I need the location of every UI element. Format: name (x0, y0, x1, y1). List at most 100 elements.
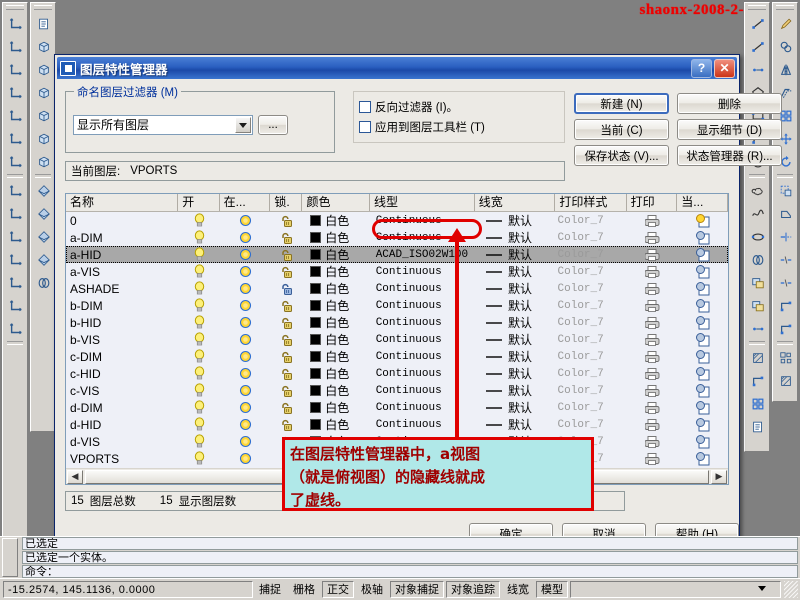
layer-lock-toggle[interactable] (270, 316, 302, 330)
layer-current-viewport-toggle[interactable] (677, 451, 728, 466)
layer-freeze-toggle[interactable] (220, 400, 271, 415)
layer-name-cell[interactable]: b-HID (66, 315, 179, 331)
status-toggle-7[interactable]: 模型 (536, 581, 568, 598)
toolbar-grip[interactable] (776, 5, 794, 10)
table-row[interactable]: a-VIS 白色 Continuous 默认 Color_7 (66, 263, 728, 280)
layer-linetype-cell[interactable]: Continuous (370, 366, 475, 382)
state-manager-button[interactable]: 状态管理器 (R)... (677, 145, 782, 166)
chevron-down-icon[interactable] (235, 117, 251, 133)
chamfer-icon[interactable] (774, 317, 798, 340)
layer-current-viewport-toggle[interactable] (677, 298, 728, 313)
layer-on-toggle[interactable] (179, 332, 220, 347)
status-toggle-1[interactable]: 栅格 (288, 581, 320, 598)
layer-plotstyle-cell[interactable]: Color_7 (556, 213, 627, 229)
hatch-icon[interactable] (746, 346, 770, 369)
chevron-down-icon[interactable] (758, 586, 766, 591)
toolbar-grip[interactable] (748, 5, 766, 10)
layer-name-cell[interactable]: d-DIM (66, 400, 179, 416)
layer-current-viewport-toggle[interactable] (677, 213, 728, 228)
layer-freeze-toggle[interactable] (220, 264, 271, 279)
copy-icon[interactable] (774, 35, 798, 58)
scroll-right-button[interactable]: ▶ (711, 469, 727, 484)
layer-lock-toggle[interactable] (270, 350, 302, 364)
layer-plot-toggle[interactable] (627, 418, 678, 432)
extend-icon[interactable] (774, 248, 798, 271)
view-toolbar-buttons[interactable] (32, 12, 54, 294)
layer-freeze-toggle[interactable] (220, 213, 271, 228)
invert-filter-checkbox[interactable]: 反向过滤器 (I)。 (359, 99, 458, 115)
column-header-freeze[interactable]: 在... (220, 194, 271, 211)
line-icon[interactable] (746, 12, 770, 35)
layer-freeze-toggle[interactable] (220, 366, 271, 381)
layer-lineweight-cell[interactable]: 默认 (475, 281, 556, 297)
mirror-icon[interactable] (774, 58, 798, 81)
layer-freeze-toggle[interactable] (220, 383, 271, 398)
status-toggle-5[interactable]: 对象追踪 (446, 581, 500, 598)
layer-lock-toggle[interactable] (270, 282, 302, 296)
color-swatch-icon[interactable] (310, 351, 322, 362)
status-bar[interactable]: -15.2574, 145.1136, 0.0000 捕捉 栅格 正交 极轴 对象捕捉对… (0, 578, 800, 600)
layer-plotstyle-cell[interactable]: Color_7 (556, 332, 627, 348)
layer-on-toggle[interactable] (179, 298, 220, 313)
layer-plotstyle-cell[interactable]: Color_7 (556, 281, 627, 297)
layer-plot-toggle[interactable] (627, 401, 678, 415)
layer-list-header[interactable]: 名称开在... 锁. 颜色 线型 线宽 打印样式 打印 当... (66, 194, 729, 212)
ucs-yrotate-icon[interactable] (4, 271, 28, 294)
layer-lock-toggle[interactable] (270, 265, 302, 279)
ucs-view-icon[interactable] (4, 150, 28, 173)
command-window-scrollbar[interactable] (2, 538, 18, 577)
ucs-world-icon[interactable] (4, 81, 28, 104)
column-header-lock[interactable]: 锁. (270, 194, 303, 211)
layer-on-toggle[interactable] (179, 349, 220, 364)
layer-linetype-cell[interactable]: Continuous (370, 332, 475, 348)
color-swatch-icon[interactable] (310, 300, 322, 311)
table-row[interactable]: a-HID 白色 ACAD_ISO02W100 默认 Color_7 (66, 246, 728, 263)
layer-plot-toggle[interactable] (627, 316, 678, 330)
layer-plotstyle-cell[interactable]: Color_7 (556, 247, 627, 263)
layer-on-toggle[interactable] (179, 434, 220, 449)
layer-name-cell[interactable]: c-DIM (66, 349, 179, 365)
layer-name-cell[interactable]: a-HID (66, 247, 179, 263)
color-swatch-icon[interactable] (310, 249, 322, 260)
ucs-origin-icon[interactable] (4, 179, 28, 202)
layer-color-cell[interactable]: 白色 (302, 349, 369, 365)
toolbar-grip[interactable] (6, 5, 24, 10)
layer-on-toggle[interactable] (179, 281, 220, 296)
ellipse-icon[interactable] (746, 225, 770, 248)
layer-name-cell[interactable]: VPORTS (66, 451, 179, 467)
table-row[interactable]: ASHADE 白色 Continuous 默认 Color_7 (66, 280, 728, 297)
status-toggle-group[interactable]: 捕捉 栅格 正交 极轴 对象捕捉 对象追踪 线宽 模型 (253, 579, 569, 600)
color-swatch-icon[interactable] (310, 283, 322, 294)
layer-filter-combobox[interactable]: 显示所有图层 (73, 115, 253, 135)
layer-color-cell[interactable]: 白色 (302, 315, 369, 331)
status-toggle-0[interactable]: 捕捉 (254, 581, 286, 598)
layer-linetype-cell[interactable]: Continuous (370, 264, 475, 280)
layer-lock-toggle[interactable] (270, 248, 302, 262)
modify-toolbar[interactable] (772, 2, 798, 402)
layer-color-cell[interactable]: 白色 (302, 247, 369, 263)
help-button[interactable]: ? (691, 58, 712, 78)
layer-plotstyle-cell[interactable]: Color_7 (556, 417, 627, 433)
region-icon[interactable] (746, 369, 770, 392)
color-swatch-icon[interactable] (310, 402, 322, 413)
layer-plotstyle-cell[interactable]: Color_7 (556, 230, 627, 246)
construction-line-icon[interactable] (746, 35, 770, 58)
named-views-icon[interactable] (32, 12, 56, 35)
layer-lineweight-cell[interactable]: 默认 (475, 298, 556, 314)
layer-plot-toggle[interactable] (627, 367, 678, 381)
layer-plot-toggle[interactable] (627, 452, 678, 466)
layer-lock-toggle[interactable] (270, 214, 302, 228)
layer-plot-toggle[interactable] (627, 282, 678, 296)
layer-color-cell[interactable]: 白色 (302, 400, 369, 416)
layer-linetype-cell[interactable]: ACAD_ISO02W100 (370, 247, 475, 263)
layer-linetype-cell[interactable]: Continuous (370, 298, 475, 314)
layer-lock-toggle[interactable] (270, 367, 302, 381)
ucs-icon[interactable] (4, 12, 28, 35)
nw-iso-icon[interactable] (32, 248, 56, 271)
layer-color-cell[interactable]: 白色 (302, 230, 369, 246)
explode-icon[interactable] (774, 369, 798, 392)
layer-current-viewport-toggle[interactable] (677, 400, 728, 415)
column-header-linetype[interactable]: 线型 (370, 194, 475, 211)
layer-on-toggle[interactable] (179, 264, 220, 279)
layer-current-viewport-toggle[interactable] (677, 417, 728, 432)
